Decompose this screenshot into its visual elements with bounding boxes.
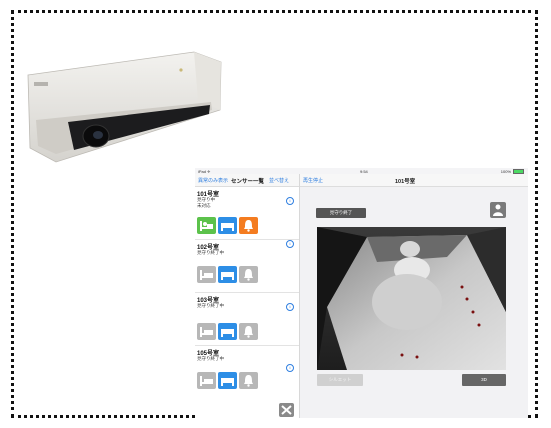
bed-icon[interactable] — [197, 372, 216, 389]
show-abnormal-only-link[interactable]: 異常のみ表示 — [198, 177, 228, 184]
sensor-icon[interactable] — [218, 266, 237, 283]
list-item-room-102[interactable]: 102号室 見守り終了中 i — [195, 240, 299, 293]
status-line: 見守り終了中 — [197, 250, 224, 255]
info-icon[interactable]: i — [286, 364, 294, 372]
silhouette-button[interactable]: シルエット — [317, 374, 363, 386]
status-line: 未対応 — [197, 203, 211, 208]
room-detail-navbar: 再生停止 101号室 — [300, 174, 528, 187]
bed-icon[interactable] — [197, 266, 216, 283]
settings-button[interactable] — [279, 403, 294, 417]
status-line: 見守り終了中 — [197, 356, 224, 361]
info-icon[interactable]: i — [286, 240, 294, 248]
sort-link[interactable]: 並べ替え — [269, 177, 289, 184]
end-monitoring-button[interactable]: 見守り終了 — [316, 208, 366, 218]
info-icon[interactable]: i — [286, 197, 294, 205]
bell-icon[interactable] — [239, 372, 258, 389]
3d-view-button[interactable]: 3D — [462, 374, 506, 386]
list-item-room-101[interactable]: 101号室 見守り中 未対応 i — [195, 187, 299, 240]
bed-icon[interactable] — [197, 217, 216, 234]
ipad-screen: iPad ✈ 9:54 100% 異常のみ表示 センサー一覧 並べ替え 101号… — [195, 168, 528, 418]
room-detail-title: 101号室 — [395, 179, 416, 185]
sensor-icon[interactable] — [218, 217, 237, 234]
settings-icon — [281, 405, 292, 415]
list-item-room-105[interactable]: 105号室 見守り終了中 i — [195, 346, 299, 398]
status-icons — [197, 323, 258, 340]
stop-playback-link[interactable]: 再生停止 — [303, 177, 323, 184]
depth-camera-view — [317, 227, 506, 370]
room-status: 見守り終了中 — [197, 250, 224, 256]
sensor-icon[interactable] — [218, 323, 237, 340]
bell-icon[interactable] — [239, 323, 258, 340]
info-icon[interactable]: i — [286, 303, 294, 311]
bell-icon[interactable] — [239, 266, 258, 283]
sensor-icon[interactable] — [218, 372, 237, 389]
bell-icon[interactable] — [239, 217, 258, 234]
person-button[interactable] — [490, 202, 506, 218]
status-icons — [197, 266, 258, 283]
status-line: 見守り終了中 — [197, 303, 224, 308]
person-icon — [493, 204, 503, 216]
room-status: 見守り終了中 — [197, 356, 224, 362]
camera-device-image — [27, 51, 222, 163]
room-status: 見守り中 未対応 — [197, 197, 215, 209]
room-status: 見守り終了中 — [197, 303, 224, 309]
list-item-room-103[interactable]: 103号室 見守り終了中 i — [195, 293, 299, 346]
room-detail-panel: 再生停止 101号室 見守り終了 シルエット 3D — [300, 174, 528, 418]
status-icons — [197, 217, 258, 234]
sensor-list-title: センサー一覧 — [231, 179, 265, 185]
bed-icon[interactable] — [197, 323, 216, 340]
sensor-list-panel: 異常のみ表示 センサー一覧 並べ替え 101号室 見守り中 未対応 i 102号… — [195, 174, 300, 418]
sensor-list-navbar: 異常のみ表示 センサー一覧 並べ替え — [195, 174, 299, 187]
status-icons — [197, 372, 258, 389]
